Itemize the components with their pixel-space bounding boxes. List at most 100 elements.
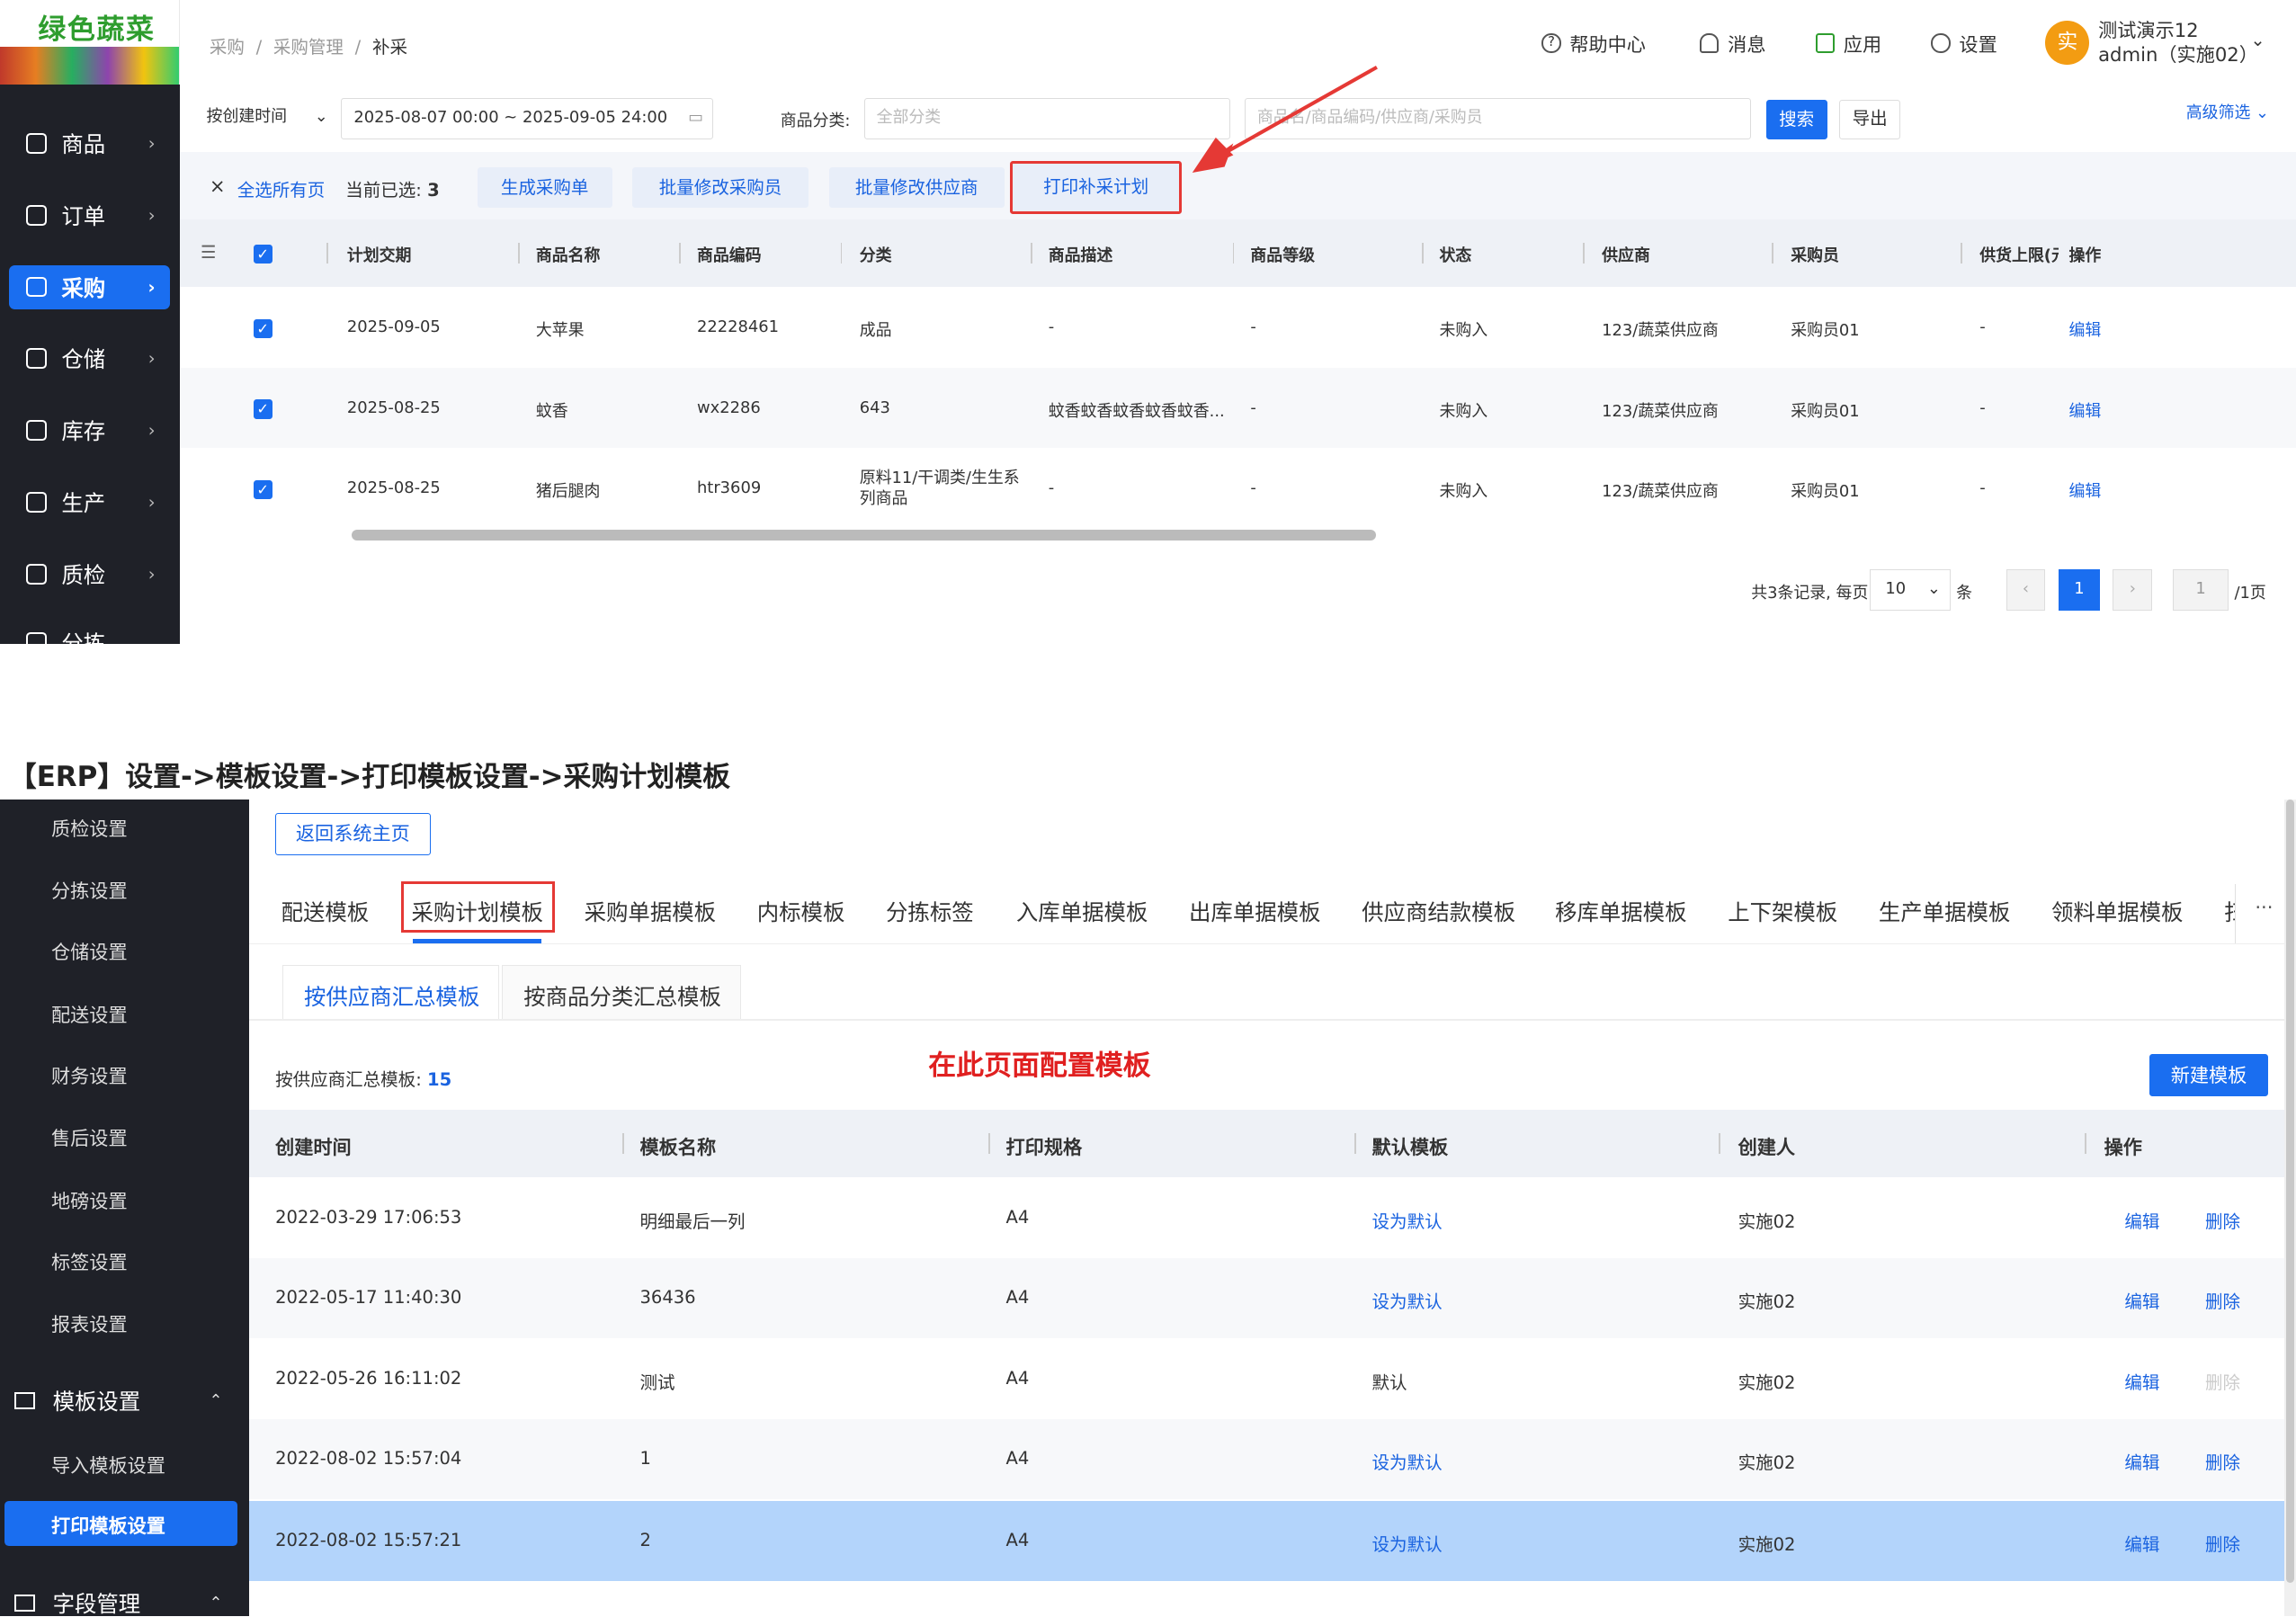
sidebar-item-label-settings[interactable]: 标签设置: [51, 1247, 128, 1275]
next-page-button[interactable]: ›: [2113, 569, 2153, 611]
sidebar-group-templates[interactable]: 模板设置 ⌃: [14, 1385, 234, 1416]
delete-link[interactable]: 删除: [2205, 1287, 2240, 1313]
table-row[interactable]: 2022-08-02 15:57:04 1 A4 设为默认 实施02 编辑 删除: [248, 1418, 2284, 1500]
page-jump-input[interactable]: 1: [2173, 569, 2229, 611]
advanced-filter-link[interactable]: 高级筛选 ⌄: [2186, 100, 2269, 123]
tab-shelving[interactable]: 上下架模板: [1728, 896, 1837, 927]
sidebar-item-delivery-settings[interactable]: 配送设置: [51, 1000, 128, 1028]
horizontal-scrollbar[interactable]: [351, 530, 1377, 540]
edit-link[interactable]: 编辑: [2124, 1530, 2159, 1556]
row-checkbox[interactable]: ✓: [253, 480, 272, 500]
table-row[interactable]: 2022-05-17 11:40:30 36436 A4 设为默认 实施02 编…: [248, 1257, 2284, 1339]
select-all-pages-link[interactable]: 全选所有页: [237, 175, 326, 201]
messages-link[interactable]: 消息: [1700, 30, 1765, 58]
generate-po-button[interactable]: 生成采购单: [477, 166, 612, 209]
set-default-link[interactable]: 设为默认: [1372, 1530, 1443, 1556]
table-row[interactable]: 2022-05-26 16:11:02 测试 A4 默认 实施02 编辑 删除: [249, 1338, 2284, 1419]
sidebar-item-qc-settings[interactable]: 质检设置: [51, 814, 128, 842]
table-row-highlighted[interactable]: 2022-08-02 15:57:21 2 A4 设为默认 实施02 编辑 删除: [248, 1500, 2284, 1582]
table-row[interactable]: ✓ 2025-09-05 大苹果 22228461 成品 - - 未购入 123…: [180, 287, 2296, 368]
column-settings-icon[interactable]: ☰: [201, 242, 217, 263]
edit-link[interactable]: 编辑: [2124, 1287, 2159, 1313]
tab-delivery[interactable]: 配送模板: [281, 896, 370, 927]
sidebar-item-production[interactable]: 生产 ›: [9, 480, 170, 524]
sidebar-item-finance-settings[interactable]: 财务设置: [51, 1061, 128, 1089]
edit-link[interactable]: 编辑: [2069, 317, 2102, 341]
delete-link[interactable]: 删除: [2205, 1448, 2240, 1474]
date-range-picker[interactable]: 2025-08-07 00:00 ~ 2025-09-05 24:00 ▭: [341, 98, 713, 139]
help-center-link[interactable]: ? 帮助中心: [1541, 30, 1646, 58]
column-header[interactable]: 商品编码: [697, 243, 762, 266]
chevron-down-icon[interactable]: ⌄: [2250, 30, 2265, 50]
sidebar-item-scale-settings[interactable]: 地磅设置: [51, 1186, 128, 1214]
back-home-button[interactable]: 返回系统主页: [275, 812, 431, 855]
avatar[interactable]: 实: [2045, 20, 2090, 65]
column-header[interactable]: 状态: [1439, 243, 1471, 266]
column-header[interactable]: 商品等级: [1250, 243, 1315, 266]
column-header[interactable]: 商品描述: [1049, 243, 1113, 266]
tab-outbound-doc[interactable]: 出库单据模板: [1189, 896, 1320, 927]
user-info[interactable]: 测试演示12 admin（实施02）: [2098, 18, 2258, 67]
sidebar-item-goods[interactable]: 商品 ›: [9, 121, 170, 165]
sidebar-item-report-settings[interactable]: 报表设置: [51, 1309, 128, 1337]
column-header[interactable]: 供应商: [1602, 243, 1650, 266]
sidebar-item-inventory[interactable]: 库存 ›: [9, 408, 170, 452]
breadcrumb-item[interactable]: 采购: [210, 37, 245, 58]
edit-link[interactable]: 编辑: [2124, 1207, 2159, 1233]
column-header[interactable]: 商品名称: [536, 243, 601, 266]
edit-link[interactable]: 编辑: [2069, 398, 2102, 422]
sidebar-item-aftersales-settings[interactable]: 售后设置: [51, 1123, 128, 1151]
tab-production-doc[interactable]: 生产单据模板: [1879, 896, 2010, 927]
sidebar-item-quality[interactable]: 质检 ›: [9, 552, 170, 596]
close-icon[interactable]: ×: [210, 174, 226, 197]
settings-link[interactable]: 设置: [1931, 30, 1997, 58]
subtab-by-category[interactable]: 按商品分类汇总模板: [502, 964, 741, 1021]
column-header[interactable]: 供货上限(元: [1979, 243, 2059, 266]
vertical-scrollbar-thumb[interactable]: [2285, 799, 2295, 1583]
prev-page-button[interactable]: ‹: [2006, 569, 2046, 611]
print-replenish-plan-button[interactable]: 打印补采计划: [1010, 161, 1182, 214]
sidebar-item-orders[interactable]: 订单 ›: [9, 193, 170, 237]
edit-link[interactable]: 编辑: [2124, 1368, 2159, 1394]
edit-link[interactable]: 编辑: [2069, 478, 2102, 502]
sidebar-item-sorting[interactable]: 分拣: [9, 621, 170, 645]
tab-material-doc[interactable]: 领料单据模板: [2051, 896, 2183, 927]
tab-inner-label[interactable]: 内标模板: [757, 896, 845, 927]
delete-link[interactable]: 删除: [2205, 1530, 2240, 1556]
row-checkbox[interactable]: ✓: [253, 399, 272, 419]
table-row[interactable]: ✓ 2025-08-25 蚊香 wx2286 643 蚊香蚊香蚊香蚊香蚊香...…: [180, 367, 2296, 449]
sidebar-item-storage-settings[interactable]: 仓储设置: [51, 937, 128, 965]
subtab-by-supplier[interactable]: 按供应商汇总模板: [282, 964, 500, 1021]
breadcrumb-item[interactable]: 采购管理: [273, 37, 344, 58]
search-button[interactable]: 搜索: [1765, 99, 1827, 139]
tab-sorting-label[interactable]: 分拣标签: [886, 896, 974, 927]
column-header[interactable]: 计划交期: [347, 243, 412, 266]
set-default-link[interactable]: 设为默认: [1372, 1287, 1443, 1313]
set-default-link[interactable]: 设为默认: [1372, 1448, 1443, 1474]
sidebar-item-print-template[interactable]: 打印模板设置: [4, 1500, 237, 1547]
batch-edit-supplier-button[interactable]: 批量修改供应商: [828, 166, 1005, 209]
sidebar-item-storage[interactable]: 仓储 ›: [9, 336, 170, 380]
sidebar-item-import-template[interactable]: 导入模板设置: [51, 1451, 165, 1479]
row-checkbox[interactable]: ✓: [253, 318, 272, 339]
export-button[interactable]: 导出: [1838, 99, 1901, 139]
table-row[interactable]: 2022-03-29 17:06:53 明细最后一列 A4 设为默认 实施02 …: [249, 1177, 2284, 1258]
sidebar-item-purchase[interactable]: 采购 ›: [8, 264, 170, 309]
apps-link[interactable]: 应用: [1815, 30, 1881, 58]
more-tabs-icon[interactable]: ···: [2255, 896, 2273, 918]
new-template-button[interactable]: 新建模板: [2149, 1054, 2268, 1097]
edit-link[interactable]: 编辑: [2124, 1448, 2159, 1474]
table-row[interactable]: ✓ 2025-08-25 猪后腿肉 htr3609 原料11/干调类/生生系列商…: [180, 448, 2296, 529]
batch-edit-buyer-button[interactable]: 批量修改采购员: [632, 166, 809, 209]
sidebar-item-sorting-settings[interactable]: 分拣设置: [51, 876, 128, 904]
set-default-link[interactable]: 设为默认: [1372, 1207, 1443, 1233]
tab-inbound-doc[interactable]: 入库单据模板: [1016, 896, 1148, 927]
column-header[interactable]: 分类: [860, 243, 892, 266]
delete-link[interactable]: 删除: [2205, 1207, 2240, 1233]
tab-transfer-doc[interactable]: 移库单据模板: [1555, 896, 1686, 927]
column-header[interactable]: 采购员: [1791, 243, 1839, 266]
sidebar-group-fields[interactable]: 字段管理 ⌃: [14, 1587, 234, 1616]
tab-purchase-doc[interactable]: 采购单据模板: [585, 896, 716, 927]
current-page-button[interactable]: 1: [2059, 569, 2100, 611]
date-type-select[interactable]: 按创建时间 ⌄: [195, 98, 335, 139]
